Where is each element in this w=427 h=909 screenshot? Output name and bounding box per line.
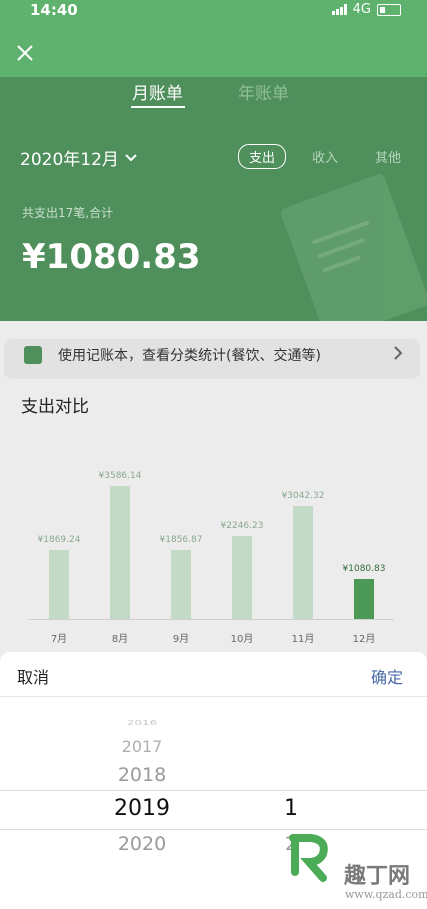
chart-axis <box>28 619 394 620</box>
watermark-text: 趣丁网 <box>344 864 411 889</box>
battery-icon <box>377 3 401 16</box>
bar-value-label: ¥1856.87 <box>159 535 203 545</box>
watermark-url: www.qzad.com <box>345 888 427 901</box>
year-option-selected[interactable]: 2019 <box>102 796 182 821</box>
picker-selection-top <box>0 790 427 791</box>
picker-selection-bottom <box>0 829 427 830</box>
chart-bar <box>110 486 130 619</box>
month-selector[interactable]: 2020年12月 <box>20 145 137 170</box>
active-tab-indicator <box>131 106 185 108</box>
year-option[interactable]: 2017 <box>102 737 182 756</box>
bar-value-label: ¥1080.83 <box>342 564 386 574</box>
bar-value-label: ¥1869.24 <box>37 535 81 545</box>
bar-category-label: 10月 <box>230 634 254 645</box>
top-bar <box>0 22 427 77</box>
expense-total: ¥1080.83 <box>22 237 201 277</box>
site-logo <box>289 834 328 882</box>
year-option[interactable]: 2020 <box>102 833 182 855</box>
bar-category-label: 9月 <box>172 634 190 645</box>
ledger-tip-text: 使用记账本，查看分类统计(餐饮、交通等) <box>58 348 321 364</box>
chart-bar <box>171 550 191 619</box>
chart-bar <box>293 506 313 619</box>
divider <box>0 696 427 697</box>
chart-bar <box>232 536 252 619</box>
chevron-right-icon <box>394 346 403 360</box>
bar-value-label: ¥2246.23 <box>220 521 264 531</box>
month-selector-label: 2020年12月 <box>20 150 119 170</box>
bill-header: 月账单 年账单 2020年12月 支出 收入 其他 共支出17笔,合计 ¥108… <box>0 77 427 327</box>
bar-category-label: 11月 <box>291 634 315 645</box>
filter-income[interactable]: 收入 <box>312 147 338 166</box>
status-bar: 14:40 4G <box>0 0 427 22</box>
cancel-button[interactable]: 取消 <box>17 664 49 688</box>
close-icon[interactable] <box>14 42 36 64</box>
receipt-illustration <box>279 172 427 327</box>
tab-monthly-bill[interactable]: 月账单 <box>132 79 183 104</box>
chart-bar <box>49 550 69 619</box>
expense-count-text: 共支出17笔,合计 <box>22 206 114 220</box>
bar-category-label: 8月 <box>111 634 129 645</box>
network-type: 4G <box>352 2 371 17</box>
bar-value-label: ¥3586.14 <box>98 471 142 481</box>
tab-yearly-bill[interactable]: 年账单 <box>238 79 289 104</box>
ledger-icon <box>24 346 42 364</box>
year-option[interactable]: 2018 <box>102 764 182 786</box>
chevron-down-icon <box>125 153 137 161</box>
signal-icon <box>331 4 347 15</box>
filter-expense[interactable]: 支出 <box>238 144 287 169</box>
bar-category-label: 12月 <box>352 634 376 645</box>
chart-bar <box>354 579 374 619</box>
bar-category-label: 7月 <box>50 634 68 645</box>
compare-title: 支出对比 <box>21 397 89 417</box>
confirm-button[interactable]: 确定 <box>371 664 403 688</box>
bar-value-label: ¥3042.32 <box>281 491 325 501</box>
filter-other[interactable]: 其他 <box>375 147 401 166</box>
status-time: 14:40 <box>30 1 78 19</box>
year-option[interactable]: 2016 <box>102 719 182 727</box>
month-option-selected[interactable]: 1 <box>251 796 331 821</box>
